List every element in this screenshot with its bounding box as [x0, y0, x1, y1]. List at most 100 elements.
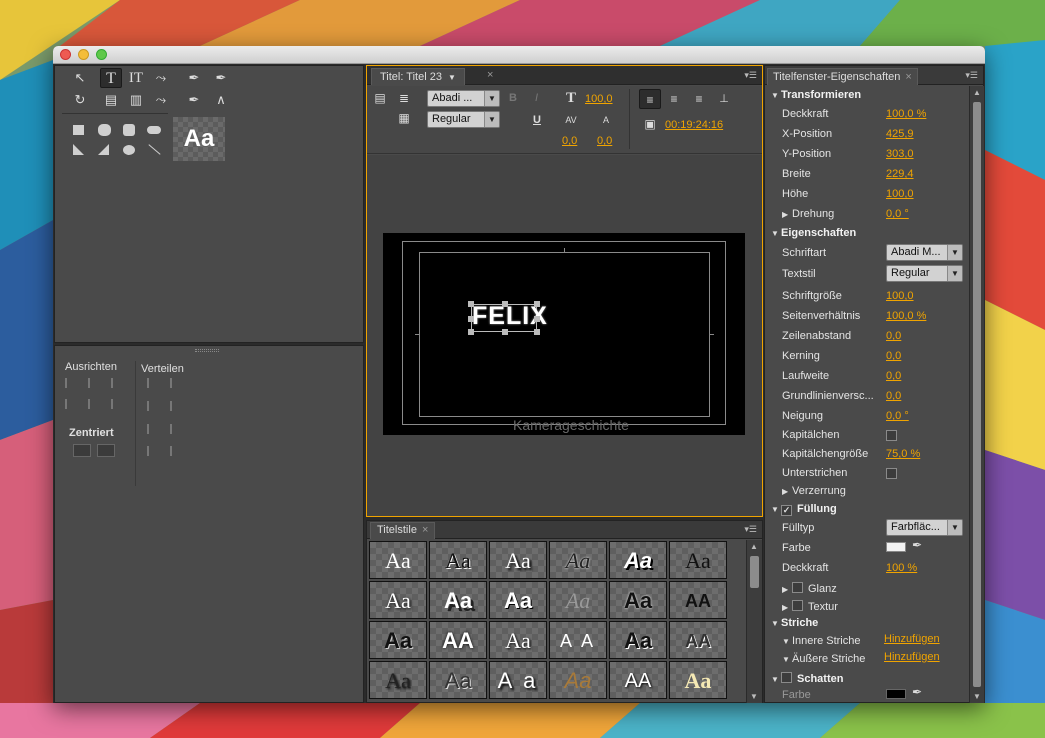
style-swatch[interactable]: A A [549, 621, 607, 659]
style-swatch[interactable]: Aa [429, 581, 487, 619]
rounded-corner-rect-tool-icon[interactable] [98, 124, 111, 136]
inner-strokes-row[interactable]: ▼ Innere Striche [782, 635, 860, 647]
fill-opacity-value[interactable]: 100 % [886, 562, 917, 574]
style-swatch[interactable]: Aa [669, 661, 727, 699]
fill-checkbox[interactable]: ✓ [781, 505, 792, 516]
handle-bl[interactable] [468, 329, 474, 335]
tab-title-properties[interactable]: Titelfenster-Eigenschaften × [767, 68, 918, 85]
convert-anchor-tool-icon[interactable]: ∧ [210, 90, 232, 110]
handle-br[interactable] [534, 329, 540, 335]
italic-button[interactable]: I [535, 92, 538, 104]
section-strokes[interactable]: ▼ Striche [771, 617, 818, 629]
style-swatch[interactable]: AA [669, 621, 727, 659]
scroll-up-icon[interactable]: ▲ [750, 542, 758, 551]
style-swatch[interactable]: AA [669, 581, 727, 619]
style-swatch[interactable]: Aa [549, 581, 607, 619]
path-type-tool-icon[interactable]: ⤳ [150, 68, 172, 88]
center-horizontal-button[interactable] [73, 444, 91, 457]
handle-ml[interactable] [468, 316, 474, 322]
vertical-type-tool-icon[interactable]: IT [125, 68, 147, 88]
arc-tool-icon[interactable] [98, 144, 109, 155]
style-swatch[interactable]: Aa [369, 581, 427, 619]
style-swatch[interactable]: Aa [549, 661, 607, 699]
selection-tool-icon[interactable]: ↖ [69, 68, 91, 88]
style-swatch[interactable]: Aa [369, 541, 427, 579]
fill-color-swatch[interactable] [886, 542, 906, 552]
section-properties[interactable]: ▼ Eigenschaften [771, 227, 856, 239]
handle-tl[interactable] [468, 301, 474, 307]
shadow-checkbox[interactable] [781, 672, 792, 683]
handle-tc[interactable] [502, 301, 508, 307]
close-tab-icon[interactable]: × [487, 69, 493, 81]
templates-icon[interactable]: ▦ [393, 108, 415, 128]
font-family-dropdown[interactable]: Abadi ... ▼ [427, 90, 500, 107]
vertical-path-type-tool-icon[interactable]: ⤳ [150, 90, 172, 110]
height-value[interactable]: 100,0 [886, 188, 914, 200]
smallcaps-checkbox[interactable] [886, 430, 897, 441]
scroll-up-icon[interactable]: ▲ [973, 88, 981, 97]
area-type-tool-icon[interactable]: ▤ [100, 90, 122, 110]
zoom-window-button[interactable] [96, 49, 107, 60]
style-swatch[interactable]: Aa [489, 541, 547, 579]
wedge-tool-icon[interactable] [73, 144, 84, 155]
opacity-value[interactable]: 100,0 % [886, 108, 926, 120]
distribute-hcenter-icon[interactable] [147, 401, 161, 411]
section-fill[interactable]: ▼ ✓ Füllung [771, 503, 837, 516]
baseline-value[interactable]: 0,0 [886, 390, 901, 402]
style-swatch[interactable]: Aa [669, 541, 727, 579]
style-swatch[interactable]: Aa [609, 581, 667, 619]
rotation-value[interactable]: 0,0 ° [886, 208, 909, 220]
smallcaps-size-value[interactable]: 75,0 % [886, 448, 920, 460]
style-swatch[interactable]: Aa [429, 661, 487, 699]
y-position-value[interactable]: 303,0 [886, 148, 914, 160]
type-tool-icon[interactable]: T [100, 68, 122, 88]
align-right-text-icon[interactable]: ≡ [688, 89, 710, 109]
tracking-value[interactable]: 0,0 [886, 370, 901, 382]
aspect-value[interactable]: 100,0 % [886, 310, 926, 322]
style-swatch[interactable]: Aa [609, 621, 667, 659]
width-value[interactable]: 229,4 [886, 168, 914, 180]
style-swatch[interactable]: Aa [489, 581, 547, 619]
x-position-value[interactable]: 425,9 [886, 128, 914, 140]
underline-checkbox[interactable] [886, 468, 897, 479]
style-swatch[interactable]: Aa [369, 661, 427, 699]
scroll-down-icon[interactable]: ▼ [973, 692, 981, 701]
distribute-left-icon[interactable] [147, 378, 161, 388]
rotation-row[interactable]: ▶ Drehung [782, 208, 834, 220]
roll-crawl-icon[interactable]: ≣ [393, 88, 415, 108]
style-swatch[interactable]: Aa [429, 541, 487, 579]
eyedropper-icon[interactable]: ✒ [912, 538, 922, 552]
title-canvas[interactable]: FELIX Kamerageschichte [383, 233, 745, 435]
timecode-value[interactable]: 00:19:24:16 [665, 119, 723, 131]
fill-type-dropdown[interactable]: Farbfläc... ▼ [886, 519, 963, 536]
properties-scrollbar[interactable]: ▲ ▼ [969, 86, 984, 703]
distribute-bottom-icon[interactable] [170, 424, 184, 434]
underline-button[interactable]: U [533, 114, 541, 126]
shadow-color-swatch[interactable] [886, 689, 906, 699]
outer-strokes-row[interactable]: ▼ Äußere Striche [782, 653, 865, 665]
style-swatch[interactable]: AA [609, 661, 667, 699]
close-window-button[interactable] [60, 49, 71, 60]
delete-anchor-tool-icon[interactable]: ✒ [183, 90, 205, 110]
handle-bc[interactable] [502, 329, 508, 335]
style-swatch[interactable]: Aa [609, 541, 667, 579]
eyedropper-icon[interactable]: ✒ [912, 685, 922, 699]
texture-row[interactable]: ▶ Textur [782, 599, 838, 613]
add-outer-stroke-link[interactable]: Hinzufügen [884, 651, 940, 663]
styles-scrollbar[interactable]: ▲ ▼ [746, 540, 762, 703]
sheen-row[interactable]: ▶ Glanz [782, 581, 837, 595]
distort-row[interactable]: ▶ Verzerrung [782, 485, 846, 497]
scroll-thumb[interactable] [973, 102, 981, 687]
sheen-checkbox[interactable] [792, 582, 803, 593]
panel-menu-icon[interactable]: ▾☰ [744, 524, 757, 535]
font-style-dropdown[interactable]: Regular ▼ [427, 111, 500, 128]
align-top-icon[interactable] [65, 399, 79, 409]
new-title-icon[interactable]: ▤ [369, 88, 391, 108]
kerning-value[interactable]: 0,0 [562, 135, 577, 147]
show-video-icon[interactable]: ▣ [639, 114, 661, 134]
tab-title[interactable]: Titel: Titel 23 ▼ [371, 68, 465, 85]
texture-checkbox[interactable] [792, 600, 803, 611]
distribute-top-icon[interactable] [170, 378, 184, 388]
align-left-icon[interactable] [65, 378, 79, 388]
pen-tool-icon[interactable]: ✒ [183, 68, 205, 88]
